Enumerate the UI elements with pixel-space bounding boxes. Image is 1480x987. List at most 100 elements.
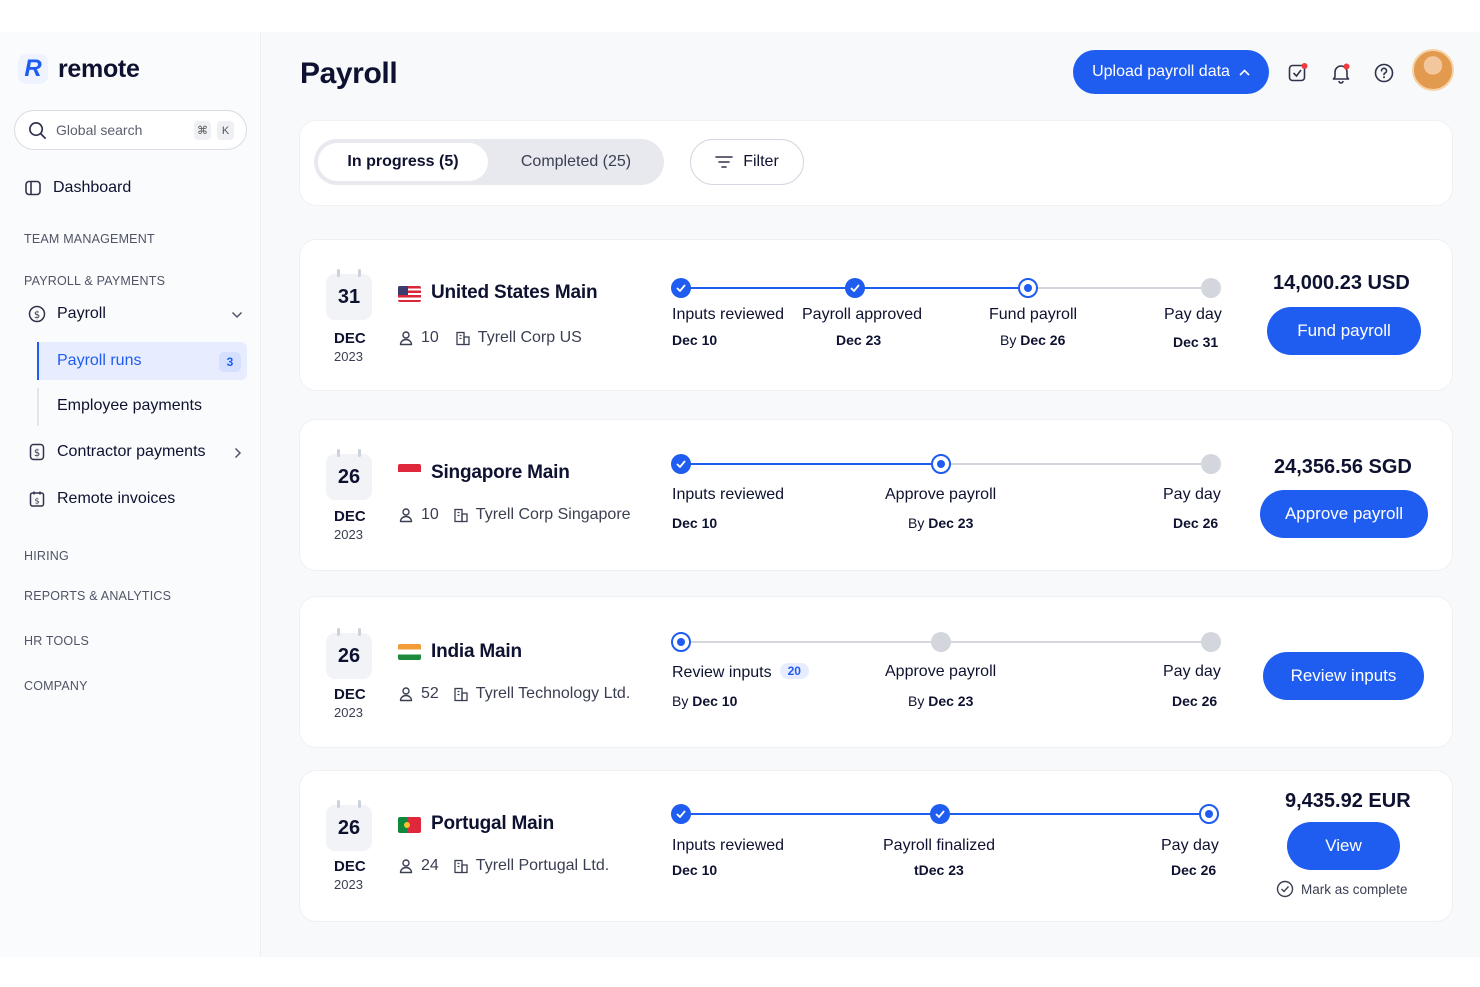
submenu-line <box>37 388 39 426</box>
step-label: Payroll finalized <box>883 837 996 854</box>
section-hr-tools[interactable]: HR TOOLS <box>24 634 89 648</box>
step-done-marker <box>671 278 691 298</box>
calendar-day: 26 <box>326 800 372 851</box>
step-current-marker <box>931 454 951 474</box>
employee-count: 10 <box>421 506 439 523</box>
chevron-right-icon[interactable] <box>234 447 242 459</box>
step-date: Dec 31 <box>1173 334 1219 350</box>
sidebar-item-dashboard[interactable]: Dashboard <box>24 179 131 197</box>
calendar-day: 31 <box>326 269 372 320</box>
filter-button-label: Filter <box>743 153 779 170</box>
sidebar: R remote Global search ⌘ K Dashboard TEA… <box>0 32 261 957</box>
chevron-up-icon <box>1239 68 1250 76</box>
bell-icon[interactable] <box>1330 62 1352 84</box>
page-title: Payroll <box>300 57 398 90</box>
progress-track-done <box>690 813 1210 815</box>
step-date: By Dec 23 <box>908 515 974 531</box>
run-amount: 14,000.23 USD <box>1273 272 1410 294</box>
sidebar-item-label: Payroll runs <box>57 352 142 369</box>
tasks-icon[interactable] <box>1287 62 1309 84</box>
app-name: remote <box>58 54 140 83</box>
calendar-day: 26 <box>326 628 372 679</box>
shortcut-letter-key: K <box>217 121 234 140</box>
sidebar-item-remote-invoices[interactable]: $ Remote invoices <box>28 490 175 508</box>
pt-flag-icon <box>398 817 421 833</box>
remote-logo-icon: R <box>18 54 48 84</box>
upload-payroll-data-button[interactable]: Upload payroll data <box>1073 50 1269 94</box>
shortcut-mod-key: ⌘ <box>194 121 211 140</box>
sidebar-item-employee-payments[interactable]: Employee payments <box>57 397 202 415</box>
check-icon <box>676 810 686 818</box>
sidebar-item-label: Remote invoices <box>57 490 176 507</box>
entity-name: Tyrell Technology Ltd. <box>475 685 631 702</box>
sg-flag-icon <box>398 464 421 480</box>
step-date: tDec 23 <box>914 862 964 878</box>
building-icon <box>454 687 468 702</box>
inputs-count-badge: 20 <box>779 663 809 679</box>
run-amount: 24,356.56 SGD <box>1274 456 1412 478</box>
dollar-icon: $ <box>28 305 46 323</box>
step-label: Pay day <box>1161 837 1219 854</box>
mark-as-complete-link[interactable]: Mark as complete <box>1276 880 1408 898</box>
approve-payroll-button[interactable]: Approve payroll <box>1260 490 1428 538</box>
step-todo-marker <box>1201 278 1221 298</box>
help-icon[interactable] <box>1373 62 1395 84</box>
app-logo[interactable]: R remote <box>18 54 140 84</box>
user-icon <box>399 687 413 702</box>
payroll-run-card[interactable]: 26 DEC 2023 India Main 52 Tyrell Technol… <box>300 597 1452 747</box>
step-todo-marker <box>1201 454 1221 474</box>
step-done-marker <box>930 804 950 824</box>
sidebar-item-contractor-payments[interactable]: $ Contractor payments <box>28 443 206 461</box>
step-done-marker <box>671 454 691 474</box>
run-meta: 24 Tyrell Portugal Ltd. <box>398 857 609 875</box>
step-date: Dec 10 <box>672 332 718 348</box>
step-label: Fund payroll <box>989 306 1078 323</box>
user-icon <box>399 508 413 523</box>
section-company[interactable]: COMPANY <box>24 679 88 693</box>
section-reports-analytics[interactable]: REPORTS & ANALYTICS <box>24 589 171 603</box>
step-label: Inputs reviewed <box>672 837 785 854</box>
employee-count: 24 <box>421 857 439 874</box>
svg-text:$: $ <box>34 310 40 321</box>
section-team-management[interactable]: TEAM MANAGEMENT <box>24 232 155 246</box>
calendar-year: 2023 <box>334 705 363 720</box>
section-payroll-payments[interactable]: PAYROLL & PAYMENTS <box>24 274 165 288</box>
user-avatar[interactable] <box>1412 49 1454 91</box>
calendar-month: DEC <box>334 686 366 703</box>
invoice-icon: $ <box>29 491 45 507</box>
step-todo-marker <box>1201 632 1221 652</box>
filter-button[interactable]: Filter <box>690 139 804 185</box>
step-date: Dec 23 <box>836 332 882 348</box>
step-date: Dec 10 <box>672 515 718 531</box>
run-amount: 9,435.92 EUR <box>1285 790 1411 812</box>
review-inputs-button[interactable]: Review inputs <box>1263 652 1424 700</box>
progress-track-done <box>690 463 940 465</box>
user-icon <box>399 331 413 346</box>
calendar-month: DEC <box>334 508 366 525</box>
svg-text:$: $ <box>34 448 40 459</box>
progress-track-todo <box>1028 287 1210 289</box>
step-current-marker <box>1199 804 1219 824</box>
tab-in-progress[interactable]: In progress (5) <box>318 143 488 181</box>
search-icon <box>29 121 46 139</box>
step-done-marker <box>671 804 691 824</box>
sidebar-item-payroll-runs[interactable]: Payroll runs 3 <box>37 342 247 380</box>
entity-name: Tyrell Portugal Ltd. <box>475 857 610 874</box>
chevron-down-icon[interactable] <box>231 311 243 319</box>
dashboard-icon <box>25 180 41 196</box>
calendar-year: 2023 <box>334 349 363 364</box>
run-meta: 10 Tyrell Corp US <box>398 329 582 347</box>
fund-payroll-button[interactable]: Fund payroll <box>1267 307 1421 355</box>
view-run-button[interactable]: View <box>1287 822 1400 870</box>
app-frame: R remote Global search ⌘ K Dashboard TEA… <box>0 32 1480 957</box>
step-date: By Dec 26 <box>1000 332 1066 348</box>
tab-completed[interactable]: Completed (25) <box>492 143 660 181</box>
run-country: United States Main <box>431 282 598 303</box>
calendar-year: 2023 <box>334 527 363 542</box>
global-search[interactable]: Global search ⌘ K <box>14 110 247 150</box>
payroll-run-card[interactable]: 26 DEC 2023 Portugal Main 24 Tyrell Port… <box>300 771 1452 921</box>
payroll-run-card[interactable]: 26 DEC 2023 Singapore Main 10 Tyrell Cor… <box>300 420 1452 570</box>
payroll-run-card[interactable]: 31 DEC 2023 United States Main 10 Tyrell… <box>300 240 1452 390</box>
sidebar-item-payroll[interactable]: $ Payroll <box>28 305 106 323</box>
section-hiring[interactable]: HIRING <box>24 549 69 563</box>
